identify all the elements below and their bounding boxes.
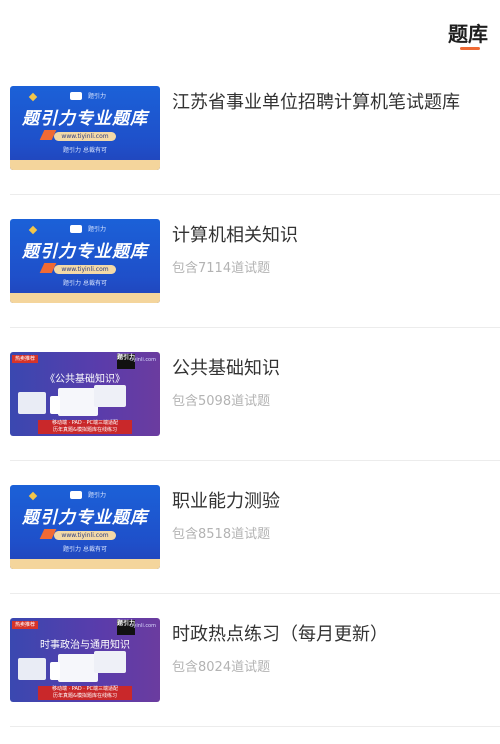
thumb-headline: 题引力专业题库 [22,109,148,129]
logo-icon [70,491,82,499]
phone-mockup [50,662,60,680]
thumb-url: www.tiyinli.com [54,132,116,141]
thumb-logo-text: 题引力 [88,492,107,499]
tablet-mockup [18,392,46,414]
course-thumbnail[interactable]: 题引力 题引力专业题库 www.tiyinli.com 题引力 总裁有可 [10,485,160,569]
item-title[interactable]: 计算机相关知识 [172,221,298,247]
item-title[interactable]: 公共基础知识 [172,354,280,380]
item-title[interactable]: 时政热点练习（每月更新） [172,620,388,646]
thumb-bottom-band [10,559,160,569]
star-icon [28,491,38,501]
course-thumbnail[interactable]: 热卖推荐 题引力 tiyinli.com 《公共基础知识》 移动端 · PAD … [10,352,160,436]
list-item[interactable]: 题引力 题引力专业题库 www.tiyinli.com 题引力 总裁有可 江苏省… [0,62,500,195]
thumb-feature-line2: 历年真题&模拟题库在线练习 [53,427,117,433]
hot-flag: 热卖推荐 [12,355,39,363]
thumb-course-title: 《公共基础知识》 [45,374,125,385]
list-item[interactable]: 热卖推荐 题引力 tiyinli.com 《公共基础知识》 移动端 · PAD … [0,328,500,461]
divider [10,726,500,727]
thumb-feature-strip: 移动端 · PAD · PC端三端适配 历年真题&模拟题库在线练习 [38,686,132,700]
thumb-logo-text: 题引力 [88,93,107,100]
thumb-bottom-band [10,160,160,170]
star-icon [28,92,38,102]
thumb-site: tiyinli.com [130,357,156,363]
tab-active-indicator [460,47,480,50]
course-thumbnail[interactable]: 热卖推荐 题引力 tiyinli.com 时事政治与通用知识 移动端 · PAD… [10,618,160,702]
thumb-logo-text: 题引力 [88,226,107,233]
monitor-mockup [58,388,98,416]
thumb-feature-strip: 移动端 · PAD · PC端三端适配 历年真题&模拟题库在线练习 [38,420,132,434]
list-item[interactable]: 题引力 题引力专业题库 www.tiyinli.com 题引力 总裁有可 职业能… [0,461,500,594]
thumb-headline: 题引力专业题库 [22,508,148,528]
thumb-url: www.tiyinli.com [54,265,116,274]
course-thumbnail[interactable]: 题引力 题引力专业题库 www.tiyinli.com 题引力 总裁有可 [10,86,160,170]
laptop-mockup [94,651,126,673]
item-title[interactable]: 职业能力测验 [172,487,280,513]
logo-icon [70,92,82,100]
thumb-tagline: 题引力 总裁有可 [63,546,107,553]
thumb-feature-line1: 移动端 · PAD · PC端三端适配 [51,420,118,426]
item-count: 包含5098道试题 [172,394,271,409]
course-thumbnail[interactable]: 题引力 题引力专业题库 www.tiyinli.com 题引力 总裁有可 [10,219,160,303]
list-item[interactable]: 热卖推荐 题引力 tiyinli.com 时事政治与通用知识 移动端 · PAD… [0,594,500,727]
thumb-bottom-band [10,293,160,303]
item-title[interactable]: 江苏省事业单位招聘计算机笔试题库 [172,88,460,114]
item-count: 包含7114道试题 [172,261,271,276]
item-count: 包含8024道试题 [172,660,271,675]
thumb-feature-line2: 历年真题&模拟题库在线练习 [53,693,117,699]
tab-question-bank[interactable]: 题库 [448,18,488,47]
hot-flag: 热卖推荐 [12,621,39,629]
item-count: 包含8518道试题 [172,527,271,542]
thumb-course-title: 时事政治与通用知识 [40,640,130,651]
star-icon [28,225,38,235]
thumb-tagline: 题引力 总裁有可 [63,280,107,287]
tablet-mockup [18,658,46,680]
thumb-site: tiyinli.com [130,623,156,629]
thumb-tagline: 题引力 总裁有可 [63,147,107,154]
laptop-mockup [94,385,126,407]
list-item[interactable]: 题引力 题引力专业题库 www.tiyinli.com 题引力 总裁有可 计算机… [0,195,500,328]
header: 题库 [0,0,500,64]
question-bank-list: 题引力 题引力专业题库 www.tiyinli.com 题引力 总裁有可 江苏省… [0,62,500,727]
thumb-url: www.tiyinli.com [54,531,116,540]
monitor-mockup [58,654,98,682]
thumb-feature-line1: 移动端 · PAD · PC端三端适配 [51,686,118,692]
logo-icon [70,225,82,233]
thumb-headline: 题引力专业题库 [22,242,148,262]
phone-mockup [50,396,60,414]
